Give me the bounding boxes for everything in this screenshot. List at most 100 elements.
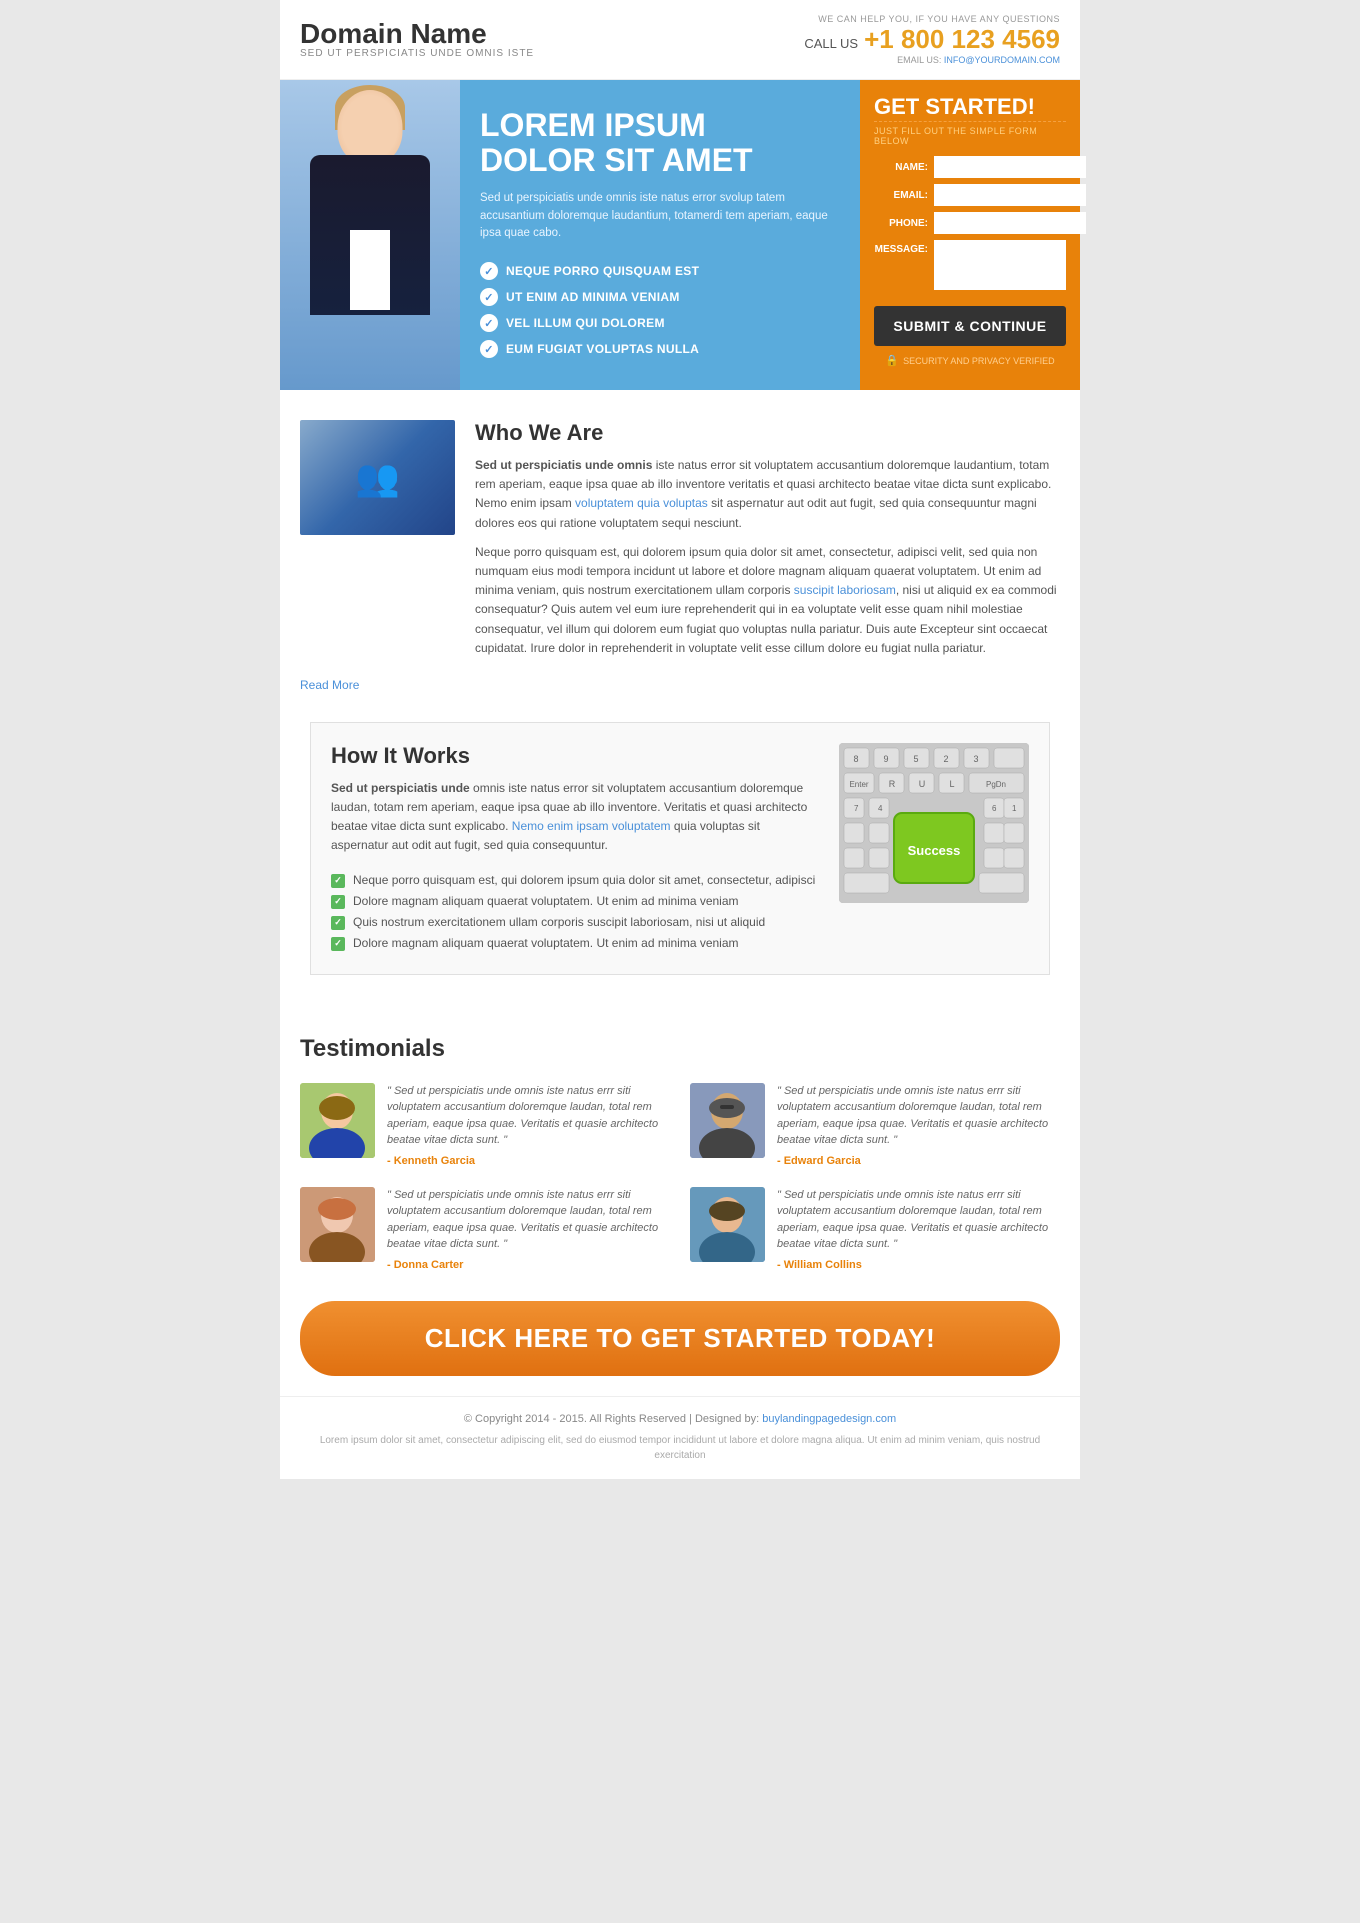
how-bullet-3: Quis nostrum exercitationem ullam corpor… xyxy=(331,912,819,933)
name-label: NAME: xyxy=(874,162,928,173)
testimonial-img-3 xyxy=(300,1187,375,1262)
name-input[interactable] xyxy=(934,156,1086,178)
how-check-1 xyxy=(331,874,345,888)
footer-description: Lorem ipsum dolor sit amet, consectetur … xyxy=(300,1433,1060,1463)
bullet-3: VEL ILLUM QUI DOLOREM xyxy=(480,310,840,336)
who-we-are-para2: Neque porro quisquam est, qui dolorem ip… xyxy=(475,543,1060,658)
read-more-link[interactable]: Read More xyxy=(300,678,1060,692)
how-bullets: Neque porro quisquam est, qui dolorem ip… xyxy=(331,870,819,954)
svg-text:9: 9 xyxy=(883,754,888,764)
how-content: How It Works Sed ut perspiciatis unde om… xyxy=(331,743,819,954)
phone-label: PHONE: xyxy=(874,218,928,229)
message-input[interactable] xyxy=(934,240,1066,290)
testimonial-2: " Sed ut perspiciatis unde omnis iste na… xyxy=(690,1083,1060,1167)
how-check-3 xyxy=(331,916,345,930)
hero-image xyxy=(280,80,460,390)
testimonial-text-1: " Sed ut perspiciatis unde omnis iste na… xyxy=(387,1083,670,1167)
bullet-1: NEQUE PORRO QUISQUAM EST xyxy=(480,258,840,284)
form-panel: GET STARTED! JUST FILL OUT THE SIMPLE FO… xyxy=(860,80,1080,390)
how-bullet-4: Dolore magnam aliquam quaerat voluptatem… xyxy=(331,933,819,954)
testimonial-text-3: " Sed ut perspiciatis unde omnis iste na… xyxy=(387,1187,670,1271)
hero-title: LOREM IPSUM DOLOR SIT AMET xyxy=(480,108,840,178)
quote-3: " Sed ut perspiciatis unde omnis iste na… xyxy=(387,1187,670,1253)
footer-copyright: © Copyright 2014 - 2015. All Rights Rese… xyxy=(300,1413,1060,1425)
svg-text:PgDn: PgDn xyxy=(986,780,1006,789)
svg-text:U: U xyxy=(919,779,926,789)
quote-1: " Sed ut perspiciatis unde omnis iste na… xyxy=(387,1083,670,1149)
keyboard-bg: 8 9 5 2 3 Enter R U L PgDn xyxy=(839,743,1029,903)
message-group: MESSAGE: xyxy=(874,240,1066,290)
who-we-are-para1: Sed ut perspiciatis unde omnis iste natu… xyxy=(475,456,1060,533)
who-we-are-text: Who We Are Sed ut perspiciatis unde omni… xyxy=(475,420,1060,668)
phone-group: PHONE: xyxy=(874,212,1066,234)
svg-text:6: 6 xyxy=(992,804,997,813)
security-badge: 🔒 SECURITY AND PRIVACY VERIFIED xyxy=(874,354,1066,367)
hero-description: Sed ut perspiciatis unde omnis iste natu… xyxy=(480,190,840,242)
svg-text:4: 4 xyxy=(878,804,883,813)
check-icon-3 xyxy=(480,314,498,332)
hero-section: LOREM IPSUM DOLOR SIT AMET Sed ut perspi… xyxy=(280,80,1080,390)
testimonial-img-1 xyxy=(300,1083,375,1158)
name-2: - Edward Garcia xyxy=(777,1155,1060,1167)
testimonial-text-4: " Sed ut perspiciatis unde omnis iste na… xyxy=(777,1187,1060,1271)
keyboard-svg: 8 9 5 2 3 Enter R U L PgDn xyxy=(839,743,1029,903)
phone-number: +1 800 123 4569 xyxy=(864,24,1060,55)
check-icon-2 xyxy=(480,288,498,306)
svg-text:1: 1 xyxy=(1012,804,1017,813)
cta-button[interactable]: CLICK HERE TO GET STARTED TODAY! xyxy=(300,1301,1060,1376)
svg-text:3: 3 xyxy=(973,754,978,764)
name-3: - Donna Carter xyxy=(387,1259,670,1271)
how-bullet-1: Neque porro quisquam est, qui dolorem ip… xyxy=(331,870,819,891)
nemo-link[interactable]: Nemo enim ipsam voluptatem xyxy=(512,819,671,833)
testimonial-1: " Sed ut perspiciatis unde omnis iste na… xyxy=(300,1083,670,1167)
svg-text:2: 2 xyxy=(943,754,948,764)
hero-content: LOREM IPSUM DOLOR SIT AMET Sed ut perspi… xyxy=(460,80,860,390)
page-wrapper: Domain Name Sed ut perspiciatis unde omn… xyxy=(280,0,1080,1479)
testimonials-title: Testimonials xyxy=(300,1035,1060,1063)
call-us-label: CALL US xyxy=(804,36,858,51)
form-subtitle: JUST FILL OUT THE SIMPLE FORM BELOW xyxy=(874,121,1066,146)
submit-button[interactable]: SUBMIT & CONTINUE xyxy=(874,306,1066,346)
testimonials-section: Testimonials " Sed ut perspiciatis unde … xyxy=(280,1015,1080,1281)
cta-section: CLICK HERE TO GET STARTED TODAY! xyxy=(280,1281,1080,1396)
body-decoration xyxy=(310,155,430,315)
hero-bullets: NEQUE PORRO QUISQUAM EST UT ENIM AD MINI… xyxy=(480,258,840,362)
group-photo: 👥 xyxy=(300,420,455,535)
keyboard-visual: 8 9 5 2 3 Enter R U L PgDn xyxy=(839,743,1029,903)
how-image: 8 9 5 2 3 Enter R U L PgDn xyxy=(839,743,1029,954)
svg-text:Success: Success xyxy=(908,843,961,858)
who-we-are-section: 👥 Who We Are Sed ut perspiciatis unde om… xyxy=(280,390,1080,722)
email-input[interactable] xyxy=(934,184,1086,206)
email-group: EMAIL: xyxy=(874,184,1066,206)
bullet-2: UT ENIM AD MINIMA VENIAM xyxy=(480,284,840,310)
svg-text:8: 8 xyxy=(853,754,858,764)
person-1-svg xyxy=(300,1083,375,1158)
check-icon-1 xyxy=(480,262,498,280)
tagline: Sed ut perspiciatis unde omnis iste xyxy=(300,48,534,59)
email-label: EMAIL: xyxy=(874,190,928,201)
how-it-works-section: How It Works Sed ut perspiciatis unde om… xyxy=(310,722,1050,975)
footer: © Copyright 2014 - 2015. All Rights Rese… xyxy=(280,1396,1080,1479)
name-1: - Kenneth Garcia xyxy=(387,1155,670,1167)
email-link[interactable]: info@yourdomain.com xyxy=(944,55,1060,65)
voluptatem-link[interactable]: voluptatem quia voluptas xyxy=(575,496,708,510)
message-label: MESSAGE: xyxy=(874,244,928,255)
face-decoration xyxy=(338,90,403,165)
email-line: EMAIL US: info@yourdomain.com xyxy=(804,55,1060,65)
check-icon-4 xyxy=(480,340,498,358)
svg-text:7: 7 xyxy=(854,804,859,813)
suscipit-link[interactable]: suscipit laboriosam xyxy=(794,583,896,597)
designer-link[interactable]: buylandingpagedesign.com xyxy=(762,1413,896,1425)
who-we-are-content: 👥 Who We Are Sed ut perspiciatis unde om… xyxy=(300,420,1060,668)
how-intro: Sed ut perspiciatis unde omnis iste natu… xyxy=(331,779,819,856)
quote-2: " Sed ut perspiciatis unde omnis iste na… xyxy=(777,1083,1060,1149)
svg-text:R: R xyxy=(889,779,896,789)
svg-text:5: 5 xyxy=(913,754,918,764)
person-2-svg xyxy=(690,1083,765,1158)
group-silhouette: 👥 xyxy=(300,420,455,535)
how-bullet-2: Dolore magnam aliquam quaerat voluptatem… xyxy=(331,891,819,912)
phone-input[interactable] xyxy=(934,212,1086,234)
form-title: GET STARTED! xyxy=(874,96,1066,118)
email-label: EMAIL US: xyxy=(897,55,941,65)
header-left: Domain Name Sed ut perspiciatis unde omn… xyxy=(300,20,534,59)
